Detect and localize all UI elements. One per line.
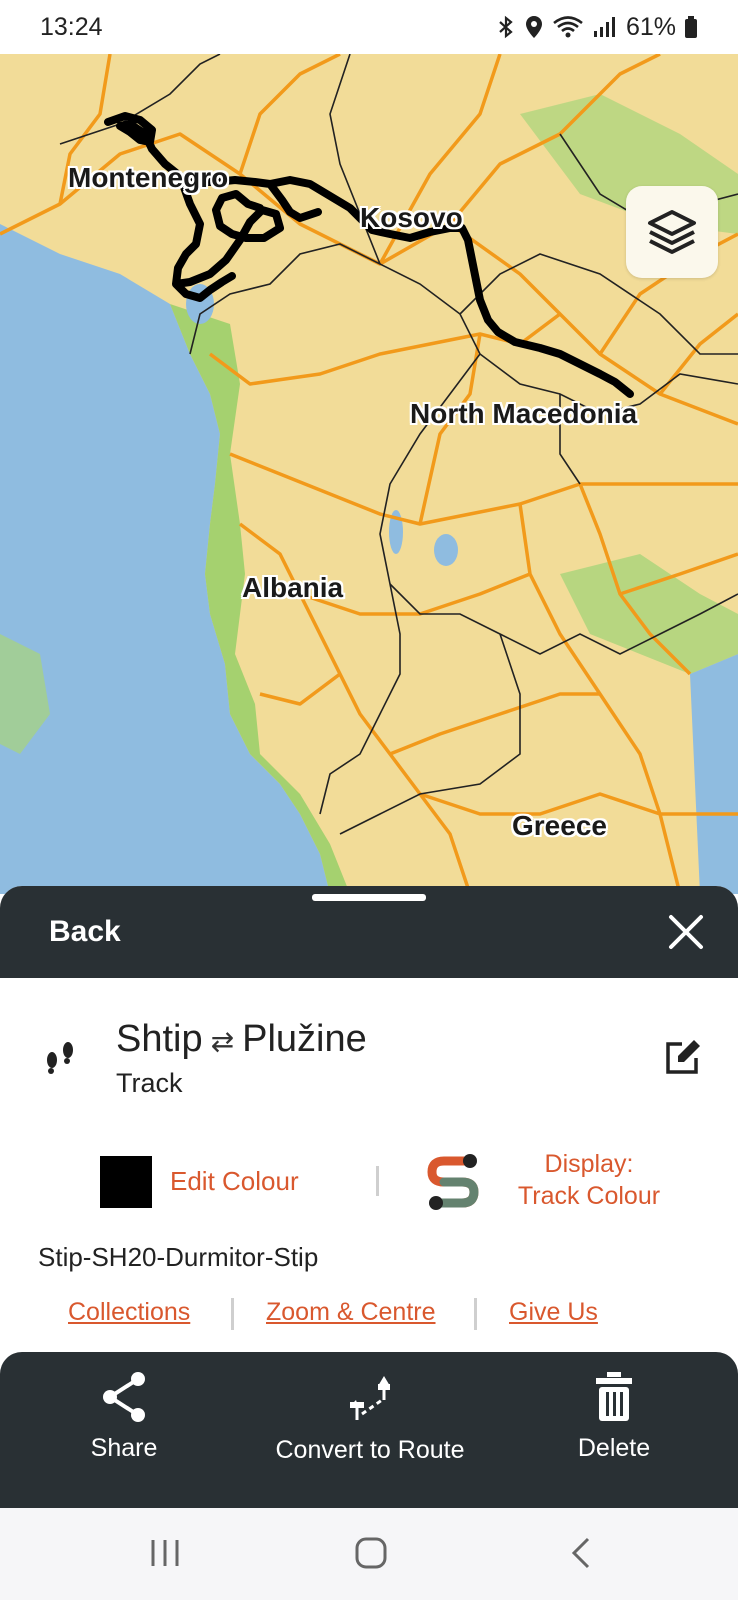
track-to: Plužine [242,1018,367,1060]
convert-to-route-label: Convert to Route [275,1436,465,1464]
status-time: 13:24 [40,12,103,41]
drag-handle[interactable] [312,894,426,901]
adriatic-sea [0,224,330,894]
trash-icon [596,1372,632,1421]
track-title: Shtip ⇄ Plužine [116,1018,367,1061]
system-nav-bar [0,1508,738,1600]
map-layers-button[interactable] [626,186,718,278]
display-label-line2: Track Colour [517,1182,661,1210]
track-from: Shtip [116,1018,203,1060]
status-icons: 61% [496,13,698,42]
lake-prespa [434,534,458,566]
close-button[interactable] [666,912,706,952]
display-label-line1: Display: [544,1150,634,1178]
map-label-montenegro: Montenegro [68,162,229,193]
sheet-header[interactable]: Back [0,886,738,978]
divider [376,1166,379,1196]
convert-to-route-button[interactable]: Convert to Route [268,1370,472,1465]
map-label-north-macedonia: North Macedonia [410,398,638,429]
wifi-icon [553,16,583,38]
edit-colour-button[interactable]: Edit Colour [170,1166,299,1197]
divider [474,1298,477,1330]
display-track-colour-button[interactable]: Display: Track Colour [506,1148,672,1212]
track-colour-swatch[interactable] [100,1156,152,1208]
footprints-icon [47,1042,73,1074]
divider [231,1298,234,1330]
swap-arrow-icon: ⇄ [210,1026,235,1057]
zoom-centre-link[interactable]: Zoom & Centre [266,1298,436,1327]
delete-button[interactable]: Delete [574,1370,654,1463]
recent-apps-icon[interactable] [148,1536,182,1570]
lowland-area-2 [560,554,738,674]
bluetooth-icon [499,15,513,39]
map-view[interactable]: Montenegro Kosovo North Macedonia Albani… [0,54,738,894]
item-type-label: Track [116,1068,183,1098]
layers-icon [648,210,696,254]
back-nav-icon[interactable] [566,1536,600,1570]
convert-route-icon [350,1376,390,1420]
map-label-kosovo: Kosovo [360,202,463,233]
status-bar: 13:24 61% [0,0,738,54]
track-name: Stip-SH20-Durmitor-Stip [38,1242,319,1272]
colour-row: Edit Colour Display: Track Colour [0,1148,738,1218]
back-button[interactable]: Back [49,915,121,949]
map-label-greece: Greece [512,810,607,841]
signal-icon [593,17,615,37]
links-row: Collections Zoom & Centre Give Us [0,1294,738,1334]
action-bar: Share Convert to Route Delete [0,1352,738,1508]
close-icon [669,915,703,949]
home-icon[interactable] [354,1536,388,1570]
share-button[interactable]: Share [84,1370,164,1463]
give-us-link[interactable]: Give Us [509,1298,598,1327]
delete-label: Delete [577,1434,651,1462]
edit-icon[interactable] [662,1038,702,1078]
track-title-row: Shtip ⇄ Plužine Track [0,1008,738,1098]
map-label-albania: Albania [242,572,344,603]
aegean-sea [690,654,738,894]
location-icon [525,16,542,38]
track-style-icon[interactable] [424,1152,482,1212]
battery-icon [685,16,697,38]
share-label: Share [90,1434,158,1462]
share-icon [103,1372,145,1422]
battery-percent: 61% [625,12,676,41]
collections-link[interactable]: Collections [68,1298,190,1327]
